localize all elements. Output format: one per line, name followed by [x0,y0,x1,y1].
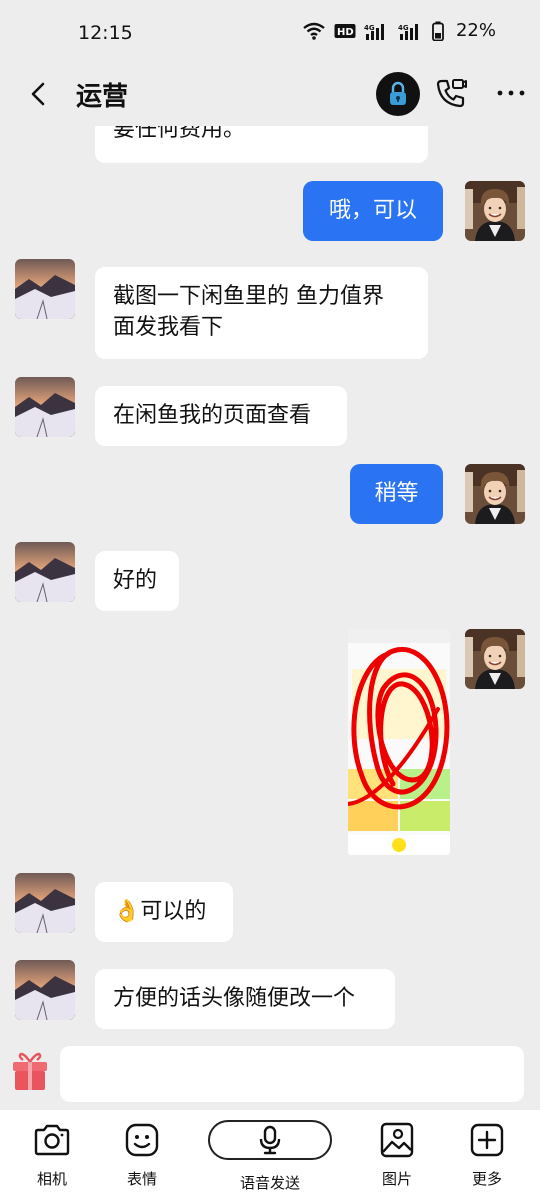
message-text: 方便的话头像随便改一个 [113,986,356,1011]
back-icon [31,82,45,106]
gift-icon [13,1052,47,1090]
more-icon [497,90,525,96]
battery-icon [432,21,444,41]
more-options-button[interactable] [496,78,526,108]
emoji-label: 表情 [126,1170,157,1188]
message-text: 哦，可以 [328,198,417,223]
image-label: 图片 [381,1170,412,1188]
message-bubble-outgoing[interactable]: 稍等 [350,464,443,524]
status-bar: 12:15 HD 4G 4G 22% [0,0,540,64]
message-bubble-incoming[interactable]: 好的 [95,551,179,611]
avatar-contact-image [15,960,75,1020]
message-text-line: 截图一下闲鱼里的 鱼力值界 [113,284,384,309]
more-tools-button[interactable]: 更多 [452,1120,522,1189]
lock-icon [390,81,406,105]
gift-button[interactable] [10,1052,50,1092]
signal-4g-icon: 4G [398,23,418,40]
message-bubble-incoming[interactable]: 要任何费用。 [95,126,428,163]
wifi-icon [303,22,325,40]
emoji-icon [125,1123,159,1157]
camera-icon [34,1124,70,1156]
header: 运营 [0,64,540,126]
signal-4g-icon: 4G [364,23,384,40]
microphone-icon [259,1125,281,1155]
message-text: 可以的 [140,899,207,924]
avatar-contact-image [15,259,75,319]
hd-icon: HD [334,23,356,38]
voice-send-button[interactable] [208,1120,332,1160]
avatar-contact[interactable] [15,873,75,933]
message-bubble-incoming[interactable]: 在闲鱼我的页面查看 [95,386,347,446]
message-text-line: 面发我看下 [113,315,224,340]
emoji-button[interactable]: 表情 [107,1120,177,1189]
avatar-contact[interactable] [15,542,75,602]
image-icon [380,1122,414,1158]
svg-text:4G: 4G [398,24,409,32]
lock-button[interactable] [376,72,420,116]
message-bubble-incoming[interactable]: 👌可以的 [95,882,233,942]
screenshot-thumbnail [348,629,450,855]
avatar-self[interactable] [465,464,525,524]
message-bubble-incoming[interactable]: 截图一下闲鱼里的 鱼力值界 面发我看下 [95,267,428,359]
avatar-self-image [465,181,525,241]
avatar-contact-image [15,377,75,437]
video-call-button[interactable] [434,76,468,110]
svg-text:HD: HD [337,27,354,38]
message-input[interactable] [60,1046,524,1102]
image-button[interactable]: 图片 [362,1120,432,1189]
camera-label: 相机 [36,1170,67,1188]
svg-text:4G: 4G [364,24,375,32]
image-message[interactable] [348,629,450,855]
avatar-contact-image [15,873,75,933]
input-area [0,1038,540,1110]
avatar-contact[interactable] [15,377,75,437]
avatar-self[interactable] [465,629,525,689]
status-icons: HD 4G 4G 22% [302,20,496,41]
plus-icon [470,1123,504,1157]
avatar-self-image [465,629,525,689]
avatar-contact-image [15,542,75,602]
message-text: 稍等 [374,481,419,506]
more-label: 更多 [471,1170,502,1188]
battery-percent: 22% [455,20,496,41]
avatar-contact[interactable] [15,259,75,319]
message-text: 好的 [113,568,158,593]
video-call-icon [436,79,467,108]
back-button[interactable] [22,78,54,110]
message-bubble-incoming[interactable]: 方便的话头像随便改一个 [95,969,395,1029]
avatar-contact[interactable] [15,960,75,1020]
chat-message-list[interactable]: 要任何费用。 哦，可以 截图一下闲鱼里的 鱼力值界 面发我看下 在闲鱼我的页面查… [0,126,540,1038]
message-text: 要任何费用。 [113,126,246,142]
message-bubble-outgoing[interactable]: 哦，可以 [303,181,443,241]
status-time: 12:15 [78,22,133,44]
voice-send-label: 语音发送 [239,1174,300,1192]
message-text: 在闲鱼我的页面查看 [113,403,312,428]
page-title: 运营 [76,82,129,112]
avatar-self[interactable] [465,181,525,241]
ok-hand-emoji: 👌 [113,899,141,924]
camera-button[interactable]: 相机 [17,1120,87,1189]
bottom-toolbar: 相机 表情 语音发送 图片 更多 [0,1110,540,1200]
avatar-self-image [465,464,525,524]
